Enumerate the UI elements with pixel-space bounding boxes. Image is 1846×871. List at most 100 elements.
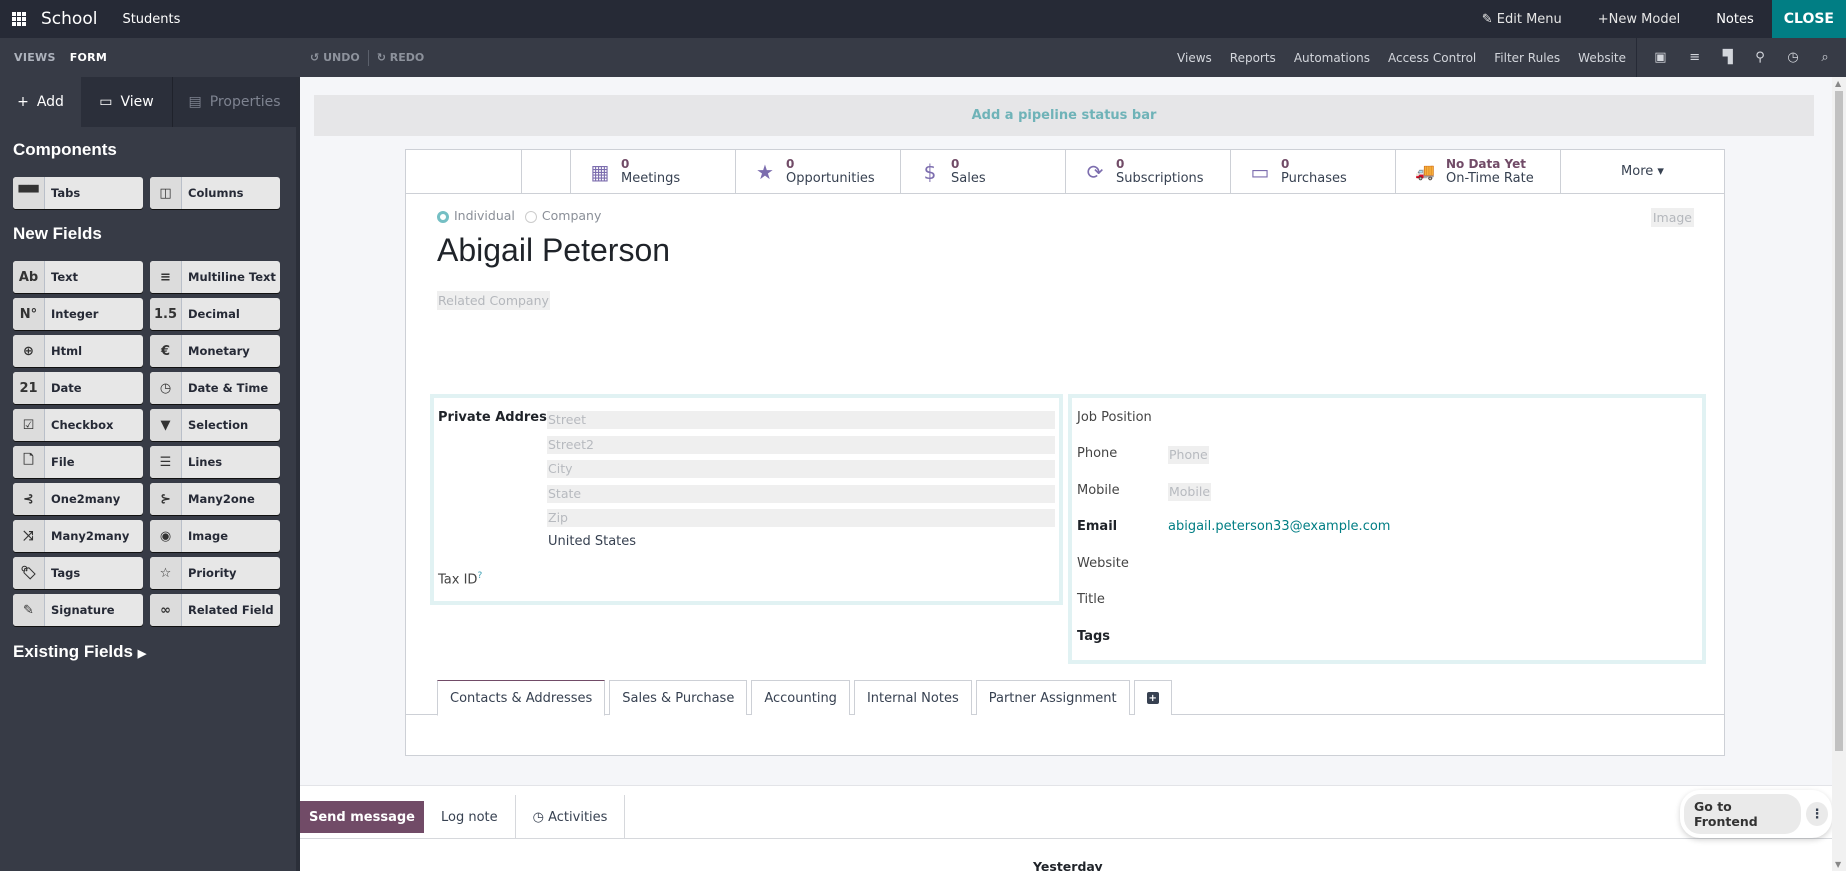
- search-icon[interactable]: ⌕: [1821, 50, 1828, 65]
- street2-field[interactable]: Street2: [547, 436, 1055, 454]
- close-studio-button[interactable]: CLOSE: [1771, 0, 1846, 38]
- redo-button[interactable]: ↻ REDO: [377, 51, 425, 64]
- existing-fields-label: Existing Fields: [13, 642, 133, 661]
- link-filter-rules[interactable]: Filter Rules: [1494, 51, 1560, 65]
- smart-button-placeholder[interactable]: [522, 150, 571, 193]
- smart-button-placeholder[interactable]: [406, 150, 522, 193]
- field-button-decimal[interactable]: 1.5 Decimal: [150, 298, 280, 330]
- phone-label: Phone: [1077, 446, 1118, 461]
- stat-label: Purchases: [1281, 171, 1347, 186]
- help-tooltip-icon[interactable]: ?: [477, 571, 482, 581]
- field-button-many2one[interactable]: ⊱ Many2one: [150, 483, 280, 515]
- field-button-columns[interactable]: ◫ Columns: [150, 177, 280, 209]
- email-field[interactable]: abigail.peterson33@example.com: [1168, 519, 1390, 534]
- add-tab-button[interactable]: +: [1133, 680, 1172, 715]
- list-view-icon[interactable]: ≡: [1689, 50, 1700, 65]
- form-view-icon[interactable]: ▣: [1654, 50, 1666, 65]
- existing-fields-toggle[interactable]: Existing Fields ▶: [13, 642, 296, 662]
- menu-students[interactable]: Students: [122, 12, 180, 27]
- field-button-lines[interactable]: ☰ Lines: [150, 446, 280, 478]
- stat-on-time-rate[interactable]: 🚚 No Data Yet On-Time Rate: [1396, 150, 1561, 193]
- scroll-up-icon[interactable]: ▲: [1835, 79, 1841, 88]
- main-scrollbar[interactable]: ▲ ▼: [1832, 77, 1846, 871]
- activity-view-icon[interactable]: ◷: [1787, 50, 1798, 65]
- city-field[interactable]: City: [547, 460, 1055, 478]
- tab-internal-notes[interactable]: Internal Notes: [853, 680, 972, 715]
- link-views[interactable]: Views: [1177, 51, 1212, 65]
- priority-icon: ☆: [150, 557, 182, 589]
- notes-button[interactable]: Notes: [1698, 12, 1772, 27]
- link-access-control[interactable]: Access Control: [1388, 51, 1476, 65]
- new-model-button[interactable]: +New Model: [1580, 12, 1698, 27]
- activities-button[interactable]: ◷ Activities: [514, 795, 626, 839]
- related-company-field[interactable]: Related Company: [437, 291, 550, 310]
- website-label: Website: [1077, 556, 1129, 571]
- stat-subscriptions[interactable]: ⟳ 0 Subscriptions: [1066, 150, 1231, 193]
- send-message-button[interactable]: Send message: [300, 801, 424, 833]
- breadcrumb-form: FORM: [69, 51, 108, 64]
- tab-accounting[interactable]: Accounting: [751, 680, 850, 715]
- field-button-signature[interactable]: ✎ Signature: [13, 594, 143, 626]
- scrollbar-thumb[interactable]: [1835, 91, 1843, 751]
- go-to-frontend-button[interactable]: Go to Frontend: [1684, 794, 1801, 834]
- tab-contacts-addresses[interactable]: Contacts & Addresses: [437, 680, 606, 716]
- stat-opportunities[interactable]: ★ 0 Opportunities: [736, 150, 901, 193]
- more-button[interactable]: More ▾: [1561, 150, 1724, 193]
- tab-add-label: Add: [36, 94, 64, 110]
- field-button-html[interactable]: ⊕ Html: [13, 335, 143, 367]
- field-button-date[interactable]: 21 Date: [13, 372, 143, 404]
- state-field[interactable]: State: [547, 485, 1055, 503]
- zip-field[interactable]: Zip: [547, 509, 1055, 527]
- country-field[interactable]: United States: [548, 534, 636, 549]
- field-button-multiline-text[interactable]: ≡ Multiline Text: [150, 261, 280, 293]
- add-pipeline-status-bar[interactable]: Add a pipeline status bar: [314, 95, 1814, 136]
- field-button-integer[interactable]: N° Integer: [13, 298, 143, 330]
- field-button-tags[interactable]: 🏷 Tags: [13, 557, 143, 589]
- breadcrumb-views[interactable]: VIEWS: [14, 51, 56, 64]
- phone-field[interactable]: Phone: [1168, 446, 1209, 464]
- edit-menu-button[interactable]: ✎ Edit Menu: [1464, 12, 1580, 27]
- field-button-date-time[interactable]: ◷ Date & Time: [150, 372, 280, 404]
- undo-button[interactable]: ↺ UNDO: [310, 51, 360, 64]
- field-button-selection[interactable]: ▼ Selection: [150, 409, 280, 441]
- partner-name-field[interactable]: Abigail Peterson: [437, 232, 670, 269]
- mobile-field[interactable]: Mobile: [1168, 483, 1212, 501]
- address-group[interactable]: Private Address Street Street2 City Stat…: [430, 394, 1063, 605]
- stat-meetings[interactable]: ▦ 0 Meetings: [571, 150, 736, 193]
- kebab-menu-icon[interactable]: ⋮: [1806, 802, 1828, 826]
- tab-partner-assignment[interactable]: Partner Assignment: [975, 680, 1130, 715]
- radio-individual[interactable]: Individual: [437, 208, 515, 223]
- tab-properties[interactable]: ▤ Properties: [172, 77, 296, 127]
- log-note-button[interactable]: Log note: [424, 795, 515, 839]
- field-button-many2many[interactable]: ⤨ Many2many: [13, 520, 143, 552]
- link-automations[interactable]: Automations: [1294, 51, 1370, 65]
- field-button-tabs[interactable]: ▀▀ Tabs: [13, 177, 143, 209]
- map-view-icon[interactable]: ⚲: [1755, 50, 1765, 65]
- field-button-priority[interactable]: ☆ Priority: [150, 557, 280, 589]
- field-button-file[interactable]: 🗋 File: [13, 446, 143, 478]
- field-button-related-field[interactable]: ∞ Related Field: [150, 594, 280, 626]
- link-website[interactable]: Website: [1578, 51, 1626, 65]
- columns-icon: ◫: [150, 177, 182, 209]
- stat-purchases[interactable]: ▭ 0 Purchases: [1231, 150, 1396, 193]
- field-button-image[interactable]: ◉ Image: [150, 520, 280, 552]
- field-button-label: Checkbox: [51, 418, 114, 432]
- link-reports[interactable]: Reports: [1230, 51, 1276, 65]
- image-field[interactable]: Image: [1650, 208, 1694, 227]
- apps-menu-icon[interactable]: [12, 12, 26, 26]
- tab-view[interactable]: ▭ View: [81, 77, 172, 127]
- tabs-icon: ▀▀: [13, 177, 45, 209]
- field-button-monetary[interactable]: € Monetary: [150, 335, 280, 367]
- field-button-text[interactable]: Ab Text: [13, 261, 143, 293]
- tab-add[interactable]: + Add: [0, 77, 81, 127]
- stat-sales[interactable]: $0 Sales: [901, 150, 1066, 193]
- radio-company[interactable]: Company: [524, 208, 601, 223]
- app-brand[interactable]: School: [41, 9, 97, 29]
- field-button-checkbox[interactable]: ☑ Checkbox: [13, 409, 143, 441]
- contact-group[interactable]: Job Position Phone Phone Mobile Mobile E…: [1068, 394, 1706, 664]
- tab-sales-purchase[interactable]: Sales & Purchase: [609, 680, 748, 715]
- kanban-view-icon[interactable]: ▜: [1723, 50, 1733, 65]
- scroll-down-icon[interactable]: ▼: [1835, 860, 1841, 869]
- field-button-one2many[interactable]: ⊰ One2many: [13, 483, 143, 515]
- street-field[interactable]: Street: [547, 411, 1055, 429]
